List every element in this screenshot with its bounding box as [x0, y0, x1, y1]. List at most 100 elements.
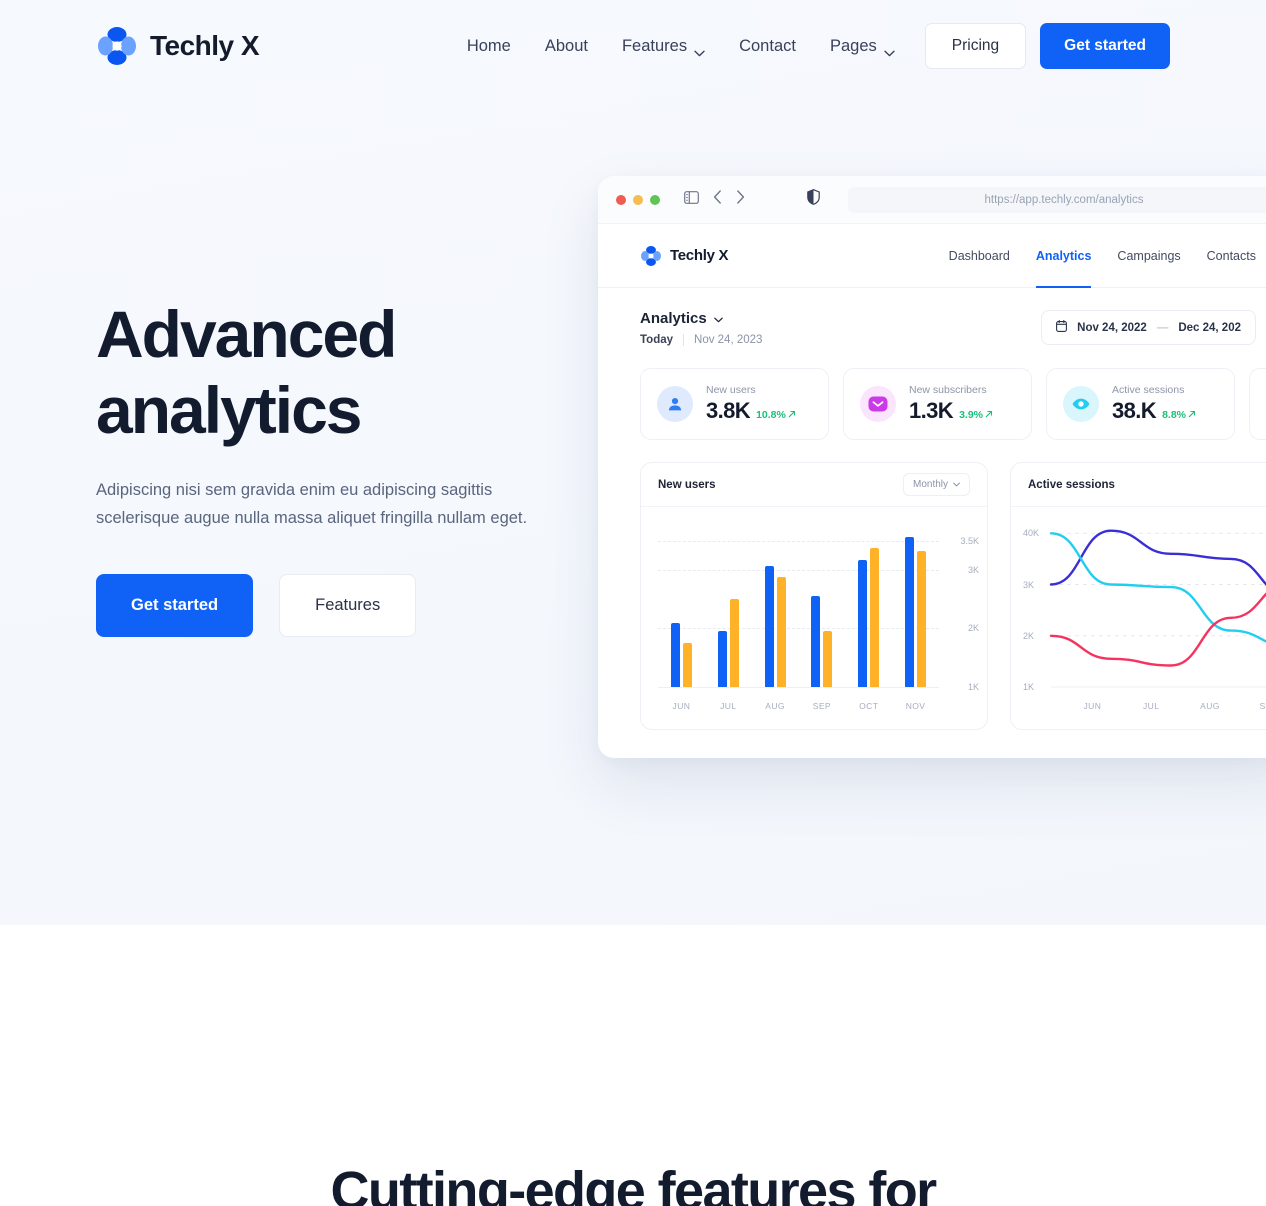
- chart-title: Active sessions: [1028, 478, 1115, 491]
- app-tabs: Dashboard Analytics Campaings Contacts: [949, 224, 1256, 288]
- stat-value: 38.K: [1112, 398, 1157, 423]
- date-range-separator: —: [1156, 321, 1169, 334]
- app-brand-name: Techly X: [670, 247, 729, 264]
- bar-chart-x-label: JUL: [720, 701, 737, 711]
- stat-label: New subscribers: [909, 384, 987, 396]
- shield-icon[interactable]: [807, 189, 820, 210]
- tab-analytics[interactable]: Analytics: [1035, 224, 1092, 288]
- hero-get-started-button[interactable]: Get started: [96, 574, 254, 637]
- browser-mockup: https://app.techly.com/analytics Techly …: [598, 176, 1266, 758]
- back-arrow-icon[interactable]: [713, 190, 722, 209]
- bar-chart-y-tick: 1K: [967, 682, 979, 692]
- stat-card-partial[interactable]: [1249, 368, 1266, 440]
- tab-contacts[interactable]: Contacts: [1207, 224, 1256, 288]
- bar-group: [752, 529, 799, 687]
- line-chart-x-label: SEP: [1259, 701, 1266, 711]
- nav-link-about[interactable]: About: [545, 37, 588, 56]
- stat-delta: 8.8%: [1162, 409, 1196, 421]
- nav-link-label: About: [544, 36, 588, 55]
- stat-value-row: 1.3K 3.9%: [909, 398, 993, 424]
- tab-label: Contacts: [1206, 248, 1256, 263]
- hero-content: Advanced analytics Adipiscing nisi sem g…: [96, 296, 566, 637]
- date-range-start: Nov 24, 2022: [1077, 321, 1147, 334]
- nav-links: Home About Features Contact Pages: [467, 37, 895, 56]
- analytics-header: Analytics Today Nov 24, 2023 Nov 24, 202…: [640, 310, 1256, 346]
- stat-label: New users: [706, 384, 756, 396]
- stat-card-new-users[interactable]: New users 3.8K 10.8%: [640, 368, 829, 440]
- bar[interactable]: [811, 596, 821, 687]
- bar[interactable]: [823, 631, 833, 687]
- bar-chart-y-tick: 3.5K: [960, 535, 979, 546]
- url-bar[interactable]: https://app.techly.com/analytics: [848, 186, 1266, 213]
- date-range-picker[interactable]: Nov 24, 2022 — Dec 24, 202: [1041, 310, 1256, 345]
- stat-delta-value: 3.9%: [959, 409, 984, 421]
- bar[interactable]: [917, 551, 927, 687]
- today-date: Nov 24, 2023: [694, 334, 763, 346]
- analytics-title-dropdown[interactable]: Analytics: [640, 310, 762, 327]
- brand-logo[interactable]: Techly X: [96, 25, 260, 67]
- brand-name: Techly X: [150, 30, 260, 61]
- trend-up-arrow-icon: [788, 409, 796, 421]
- chevron-down-icon: [953, 479, 960, 490]
- tab-campaings[interactable]: Campaings: [1117, 224, 1180, 288]
- pricing-button[interactable]: Pricing: [924, 23, 1027, 69]
- forward-arrow-icon[interactable]: [736, 190, 745, 209]
- user-icon: [657, 386, 693, 422]
- nav-actions: Pricing Get started: [924, 23, 1170, 69]
- chart-card-header: Active sessions: [1011, 463, 1266, 507]
- bar[interactable]: [858, 560, 868, 687]
- stat-value-row: 38.K 8.8%: [1112, 398, 1196, 424]
- tab-dashboard[interactable]: Dashboard: [949, 224, 1010, 288]
- minimize-window-icon[interactable]: [633, 194, 643, 205]
- chevron-down-icon: [713, 310, 723, 327]
- bar-groups: [658, 529, 939, 687]
- stat-card-new-subscribers[interactable]: New subscribers 1.3K 3.9%: [843, 368, 1032, 440]
- nav-link-features[interactable]: Features: [622, 37, 705, 56]
- window-traffic-lights: [616, 194, 660, 205]
- close-window-icon[interactable]: [616, 194, 626, 205]
- tab-label: Analytics: [1035, 248, 1092, 263]
- line-series-pink: [1049, 592, 1266, 667]
- bar[interactable]: [670, 622, 680, 687]
- chevron-down-icon: [884, 43, 895, 56]
- bar[interactable]: [682, 643, 692, 687]
- trend-up-arrow-icon: [985, 409, 993, 421]
- stat-value-row: 3.8K 10.8%: [706, 398, 796, 424]
- bar[interactable]: [729, 599, 739, 687]
- maximize-window-icon[interactable]: [650, 194, 660, 205]
- nav-link-contact[interactable]: Contact: [739, 37, 796, 56]
- browser-nav-icons: [684, 190, 745, 209]
- app-navbar: Techly X Dashboard Analytics Campaings C…: [598, 224, 1266, 288]
- nav-link-pages[interactable]: Pages: [830, 37, 895, 56]
- bar-chart-y-tick: 3K: [967, 564, 979, 575]
- sidebar-toggle-icon[interactable]: [684, 190, 699, 209]
- stat-card-active-sessions[interactable]: Active sessions 38.K 8.8%: [1046, 368, 1235, 440]
- hero-subtitle: Adipiscing nisi sem gravida enim eu adip…: [96, 481, 528, 527]
- period-select[interactable]: Monthly: [902, 473, 970, 496]
- bar[interactable]: [776, 577, 786, 687]
- hero-features-button[interactable]: Features: [279, 574, 417, 637]
- chevron-down-icon: [694, 43, 705, 56]
- nav-get-started-button[interactable]: Get started: [1040, 23, 1170, 69]
- line-chart-x-label: JUL: [1143, 701, 1160, 711]
- bar-chart-x-label: OCT: [859, 701, 879, 711]
- hero-title-line-1: Advanced: [96, 297, 397, 371]
- line-series-cyan: [1049, 532, 1266, 643]
- nav-link-label: Home: [466, 36, 511, 55]
- browser-chrome-bar: https://app.techly.com/analytics: [598, 176, 1266, 224]
- eye-icon: [1063, 386, 1099, 422]
- line-x-axis-labels: JUNJULAUGSEPOCT: [1063, 701, 1266, 711]
- bar-group: [658, 529, 705, 687]
- url-text: https://app.techly.com/analytics: [984, 193, 1144, 206]
- bar-x-axis-labels: JUN JUL AUG SEP OCT NOV: [658, 701, 939, 711]
- bar[interactable]: [717, 631, 727, 687]
- bar[interactable]: [905, 536, 915, 687]
- active-sessions-chart-card: Active sessions 1K2K3K40K JUNJULAUGSEPOC…: [1010, 462, 1266, 730]
- app-brand[interactable]: Techly X: [640, 245, 728, 267]
- bar[interactable]: [764, 565, 774, 687]
- bar[interactable]: [870, 547, 880, 687]
- analytics-subheader: Today Nov 24, 2023: [640, 334, 762, 346]
- line-chart-x-label: JUN: [1083, 701, 1102, 711]
- nav-link-home[interactable]: Home: [467, 37, 511, 56]
- line-chart-x-label: AUG: [1200, 701, 1220, 711]
